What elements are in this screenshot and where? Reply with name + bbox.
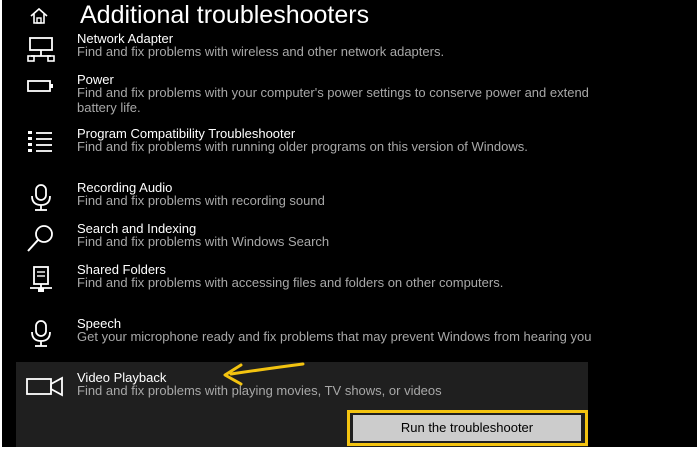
item-description: Find and fix problems with your computer… xyxy=(77,85,589,115)
troubleshooter-shared-folders[interactable]: Shared Folders Find and fix problems wit… xyxy=(2,262,697,304)
page-title: Additional troubleshooters xyxy=(80,1,370,29)
shared-folder-icon xyxy=(30,266,52,292)
troubleshooter-network-adapter[interactable]: Network Adapter Find and fix problems wi… xyxy=(2,31,697,62)
annotation-arrow-icon xyxy=(223,362,305,386)
troubleshooter-search-indexing[interactable]: Search and Indexing Find and fix problem… xyxy=(2,221,697,252)
battery-icon xyxy=(27,80,53,92)
item-description: Find and fix problems with recording sou… xyxy=(77,193,325,208)
program-list-icon xyxy=(28,131,52,152)
troubleshooter-speech[interactable]: Speech Get your microphone ready and fix… xyxy=(2,316,697,358)
item-description: Find and fix problems with accessing fil… xyxy=(77,275,504,290)
run-troubleshooter-button[interactable]: Run the troubleshooter xyxy=(353,415,581,441)
item-description: Find and fix problems with Windows Searc… xyxy=(77,234,330,249)
item-description: Find and fix problems with running older… xyxy=(77,139,528,154)
microphone-icon xyxy=(31,320,51,347)
troubleshooter-program-compatibility[interactable]: Program Compatibility Troubleshooter Fin… xyxy=(2,126,697,168)
video-camera-icon xyxy=(26,376,63,397)
troubleshooter-power[interactable]: Power Find and fix problems with your co… xyxy=(2,72,697,115)
troubleshooter-recording-audio[interactable]: Recording Audio Find and fix problems wi… xyxy=(2,180,697,211)
item-description: Find and fix problems with wireless and … xyxy=(77,44,445,59)
microphone-icon xyxy=(31,184,51,211)
settings-window: Additional troubleshooters Network Adapt… xyxy=(2,0,697,447)
item-description: Find and fix problems with playing movie… xyxy=(77,383,442,398)
troubleshooter-video-playback[interactable]: Video Playback Find and fix problems wit… xyxy=(2,370,697,400)
search-icon xyxy=(27,225,53,252)
item-description: Get your microphone ready and fix proble… xyxy=(77,329,592,344)
network-adapter-icon xyxy=(27,37,55,62)
home-icon[interactable] xyxy=(28,7,50,25)
